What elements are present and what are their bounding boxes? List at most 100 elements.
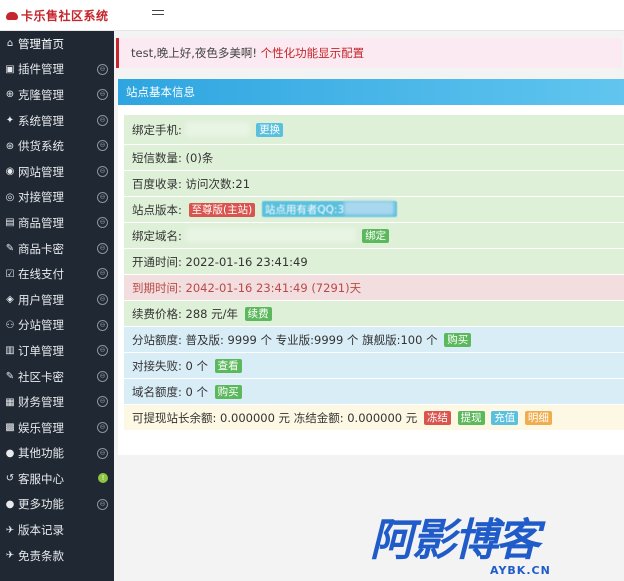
sidebar-item-3[interactable]: ✦ 系统管理 ⊖ [0, 108, 114, 134]
sidebar-item-20[interactable]: ✈ 免责条款 [0, 543, 114, 569]
sidebar-item-label: 财务管理 [18, 395, 64, 410]
collapse-icon: ⊖ [97, 140, 108, 152]
sidebar-item-6[interactable]: ◎ 对接管理 ⊖ [0, 185, 114, 211]
clone-icon: ⊕ [5, 89, 15, 101]
sidebar-item-label: 对接管理 [18, 190, 64, 205]
freeze-button[interactable]: 冻结 [423, 411, 451, 425]
notice-badge-icon: ! [98, 473, 108, 484]
app-title: 卡乐售社区系统 [21, 9, 109, 23]
collapse-icon: ⊖ [97, 268, 108, 280]
key-icon: ✎ [5, 243, 15, 255]
baidu-label: 百度收录: [132, 177, 182, 191]
sidebar-item-label: 其他功能 [18, 446, 64, 461]
recharge-button[interactable]: 充值 [491, 411, 519, 425]
sidebar-item-label: 商品管理 [18, 215, 64, 230]
sidebar-item-label: 网站管理 [18, 164, 64, 179]
app-logo[interactable]: 卡乐售社区系统 [6, 7, 109, 24]
game-icon: ▩ [5, 422, 15, 434]
collapse-icon: ⊖ [97, 217, 108, 229]
sidebar-item-12[interactable]: ▥ 订单管理 ⊖ [0, 338, 114, 364]
phone-label: 绑定手机: [132, 123, 182, 137]
supply-icon: ⊛ [5, 140, 15, 152]
sidebar-item-11[interactable]: ⚇ 分站管理 ⊖ [0, 313, 114, 339]
sidebar-item-15[interactable]: ▩ 娱乐管理 ⊖ [0, 415, 114, 441]
sidebar-item-8[interactable]: ✎ 商品卡密 ⊖ [0, 236, 114, 262]
expire-label: 到期时间: [132, 281, 182, 295]
collapse-icon: ⊖ [97, 191, 108, 203]
lock-icon: ▣ [5, 63, 15, 75]
collapse-icon: ⊖ [97, 345, 108, 357]
collapse-icon: ⊖ [97, 242, 108, 254]
version-badge: 至尊版(主站) [188, 203, 256, 217]
open-time-value: 2022-01-16 23:41:49 [185, 255, 308, 269]
terms-icon: ✈ [5, 550, 15, 562]
main-content: test,晚上好,夜色多美啊! 个性化功能显示配置 站点基本信息 绑定手机: 更… [114, 31, 624, 581]
version-label: 站点版本: [132, 203, 182, 217]
renew-button[interactable]: 续费 [244, 307, 272, 321]
sidebar-item-4[interactable]: ⊛ 供货系统 ⊖ [0, 133, 114, 159]
collapse-icon: ⊖ [97, 114, 108, 126]
sidebar-item-label: 分站管理 [18, 318, 64, 333]
row-phone: 绑定手机: 更换 [124, 115, 624, 145]
order-icon: ▥ [5, 345, 15, 357]
quota-label: 分站额度: [132, 333, 182, 347]
sidebar-item-5[interactable]: ◉ 网站管理 ⊖ [0, 159, 114, 185]
row-open-time: 开通时间: 2022-01-16 23:41:49 [124, 249, 624, 275]
sidebar-item-label: 用户管理 [18, 292, 64, 307]
sidebar-item-16[interactable]: ● 其他功能 ⊖ [0, 441, 114, 467]
collapse-icon: ⊖ [97, 89, 108, 101]
sidebar-item-14[interactable]: ▦ 财务管理 ⊖ [0, 389, 114, 415]
sidebar-item-10[interactable]: ◈ 用户管理 ⊖ [0, 287, 114, 313]
sidebar-item-0[interactable]: ⌂ 管理首页 [0, 31, 114, 57]
sms-label: 短信数量: [132, 151, 182, 165]
watermark-sub: AYBK.CN [490, 564, 551, 577]
sidebar-item-label: 商品卡密 [18, 241, 64, 256]
collapse-icon: ⊖ [97, 396, 108, 408]
panel-title: 站点基本信息 [118, 79, 624, 105]
fail-value: 0 个 [185, 359, 209, 373]
pay-icon: ☑ [5, 268, 15, 280]
domain-value-redacted [185, 228, 356, 242]
expire-value: 2042-01-16 23:41:49 (7291)天 [185, 281, 362, 295]
domain-label: 绑定域名: [132, 229, 182, 243]
collapse-icon: ⊖ [97, 421, 108, 433]
personalize-link[interactable]: 个性化功能显示配置 [261, 46, 365, 60]
row-domain-quota: 域名额度: 0 个 购买 [124, 379, 624, 405]
row-domain: 绑定域名: 绑定 [124, 223, 624, 249]
box-icon: ▤ [5, 217, 15, 229]
bind-domain-button[interactable]: 绑定 [362, 229, 390, 243]
row-quota: 分站额度: 普及版: 9999 个 专业版:9999 个 旗舰版:100 个 购… [124, 327, 624, 353]
sidebar-item-9[interactable]: ☑ 在线支付 ⊖ [0, 261, 114, 287]
site-info-panel: 站点基本信息 绑定手机: 更换 短信数量: (0)条 百度收录: 访问次数:21… [118, 79, 624, 455]
sidebar-item-label: 供货系统 [18, 139, 64, 154]
sidebar-item-2[interactable]: ⊕ 克隆管理 ⊖ [0, 82, 114, 108]
withdraw-button[interactable]: 提现 [457, 411, 485, 425]
top-bar: 卡乐售社区系统 [0, 0, 624, 31]
sidebar-item-label: 免责条款 [18, 548, 64, 563]
sidebar-item-1[interactable]: ▣ 插件管理 ⊖ [0, 57, 114, 83]
collapse-icon: ⊖ [97, 498, 108, 510]
sidebar-item-18[interactable]: ● 更多功能 ⊖ [0, 492, 114, 518]
buy-domain-quota-button[interactable]: 购买 [214, 385, 242, 399]
buy-quota-button[interactable]: 购买 [444, 333, 472, 347]
phone-value-redacted [185, 122, 250, 136]
collapse-icon: ⊖ [97, 370, 108, 382]
view-fail-button[interactable]: 查看 [214, 359, 242, 373]
sidebar-item-13[interactable]: ✎ 社区卡密 ⊖ [0, 364, 114, 390]
sidebar-item-label: 管理首页 [18, 36, 64, 51]
globe-icon: ◉ [5, 166, 15, 178]
sidebar-item-19[interactable]: ✈ 版本记录 [0, 517, 114, 543]
menu-toggle-button[interactable] [152, 7, 164, 19]
watermark: 阿影博客 AYBK.CN [370, 516, 610, 578]
change-phone-button[interactable]: 更换 [256, 123, 284, 137]
sidebar-item-17[interactable]: ↺ 客服中心! [0, 466, 114, 492]
price-label: 续费价格: [132, 307, 182, 321]
quota-value: 普及版: 9999 个 专业版:9999 个 旗舰版:100 个 [185, 333, 438, 347]
sidebar-item-7[interactable]: ▤ 商品管理 ⊖ [0, 210, 114, 236]
detail-button[interactable]: 明细 [524, 411, 552, 425]
sidebar: ⌂ 管理首页 ▣ 插件管理 ⊖ ⊕ 克隆管理 ⊖ ✦ 系统管理 ⊖ ⊛ 供货系统 ⊖ ◉ 网站管理 ⊖ ◎ 对接管理… [0, 31, 114, 581]
row-sms: 短信数量: (0)条 [124, 145, 624, 171]
row-fail: 对接失败: 0 个 查看 [124, 353, 624, 379]
sms-value: (0)条 [185, 151, 214, 165]
domain-quota-label: 域名额度: [132, 385, 182, 399]
